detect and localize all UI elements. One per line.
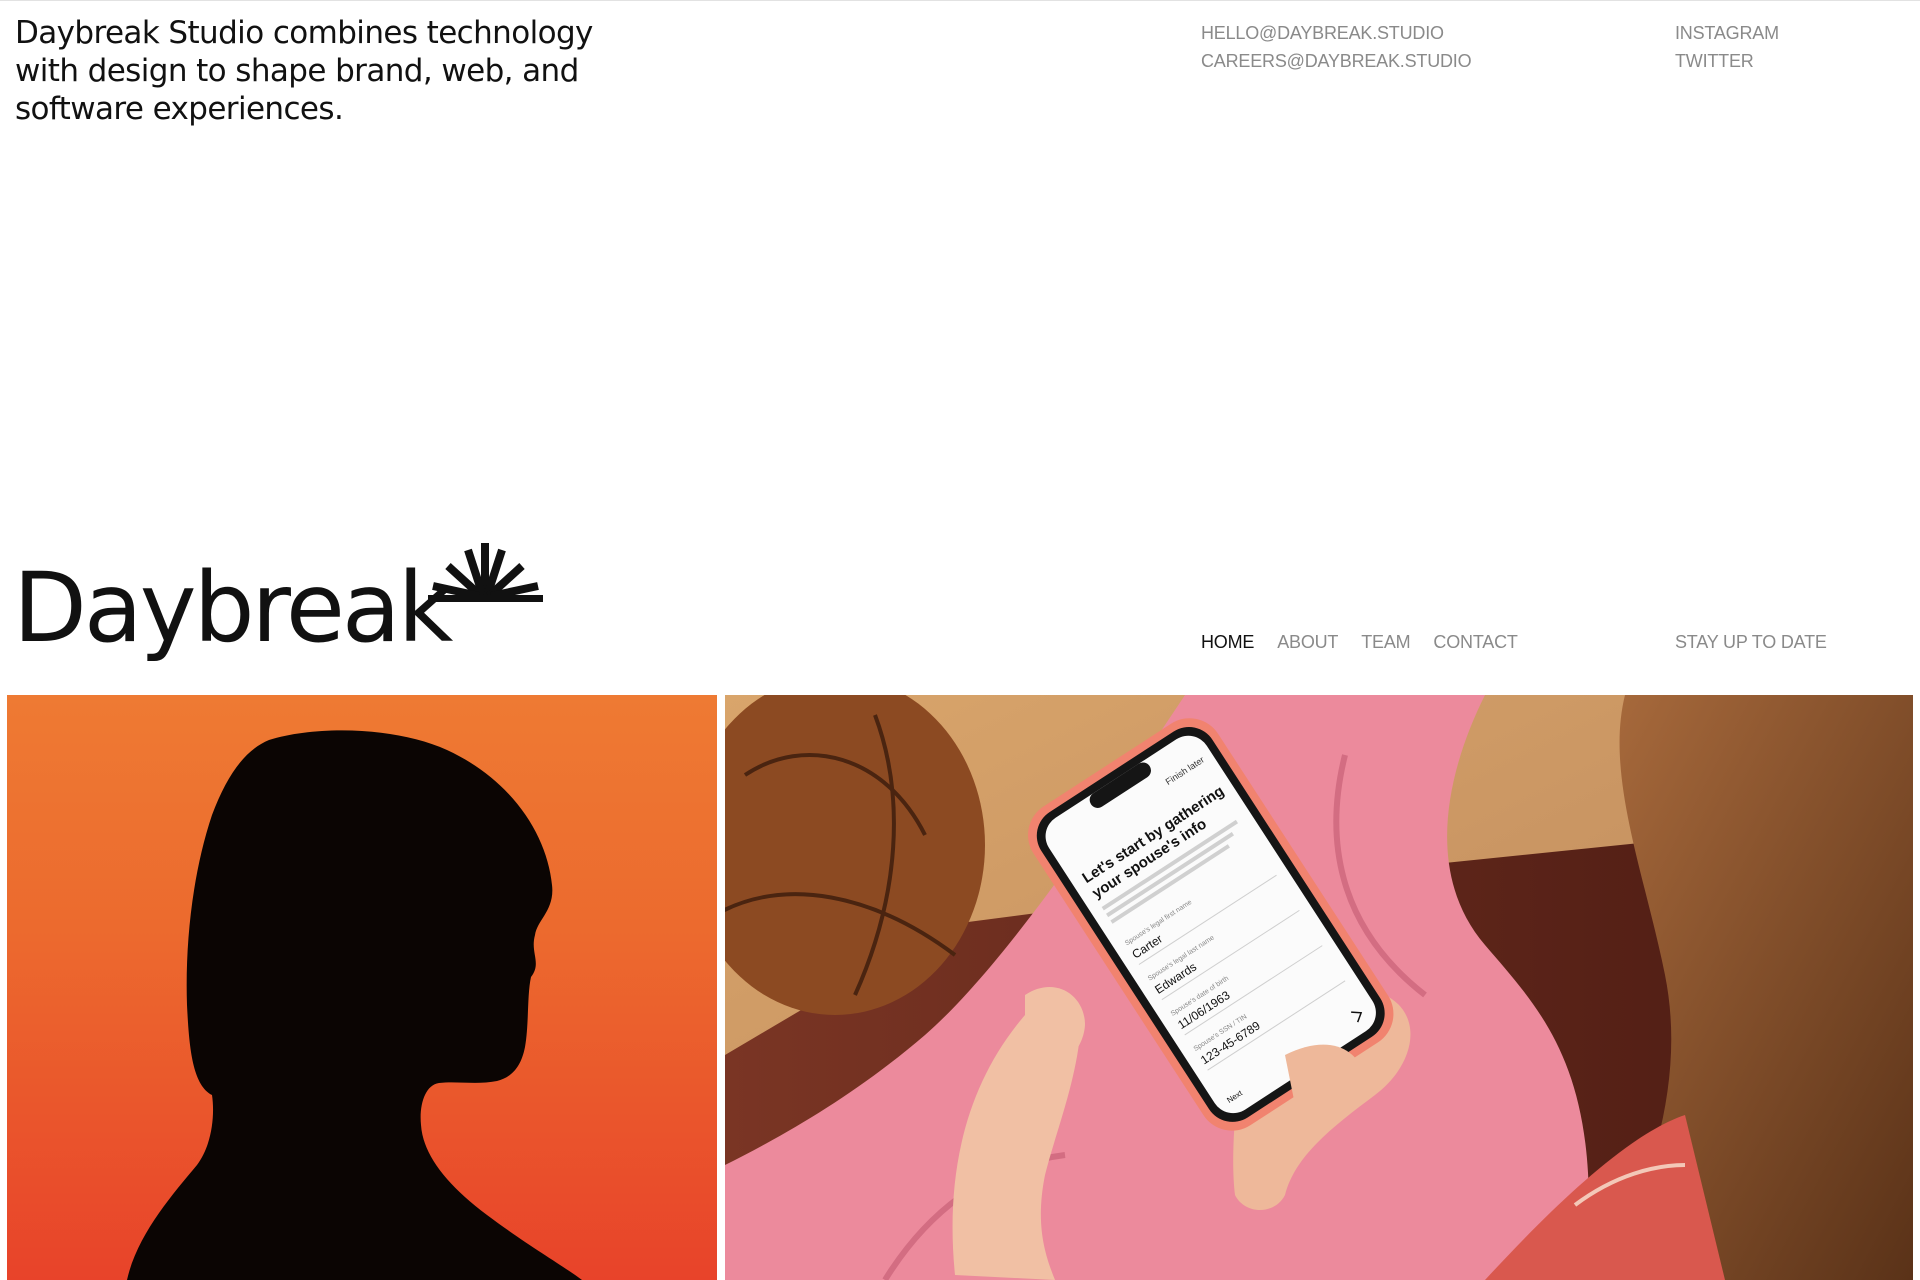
twitter-link[interactable]: TWITTER <box>1675 47 1779 75</box>
project-tile-phone-app[interactable]: Finish later Let's start by gathering yo… <box>725 695 1913 1280</box>
nav-contact[interactable]: CONTACT <box>1433 628 1517 656</box>
email-links: HELLO@DAYBREAK.STUDIO CAREERS@DAYBREAK.S… <box>1201 19 1472 75</box>
nav-about[interactable]: ABOUT <box>1277 628 1338 656</box>
stay-up-to-date-link[interactable]: STAY UP TO DATE <box>1675 628 1827 656</box>
top-divider <box>0 0 1920 1</box>
nav-team[interactable]: TEAM <box>1361 628 1410 656</box>
silhouette-image <box>127 730 582 1280</box>
sunburst-icon <box>428 543 543 602</box>
wordmark: Daybreak <box>13 552 453 664</box>
studio-tagline: Daybreak Studio combines technology with… <box>15 14 635 128</box>
phone-app-photo: Finish later Let's start by gathering yo… <box>725 695 1913 1280</box>
daybreak-logo[interactable]: Daybreak <box>13 538 543 668</box>
project-gallery: Finish later Let's start by gathering yo… <box>7 695 1913 1280</box>
instagram-link[interactable]: INSTAGRAM <box>1675 19 1779 47</box>
tagline-line: Daybreak Studio combines technology <box>15 15 593 51</box>
nav-home[interactable]: HOME <box>1201 628 1254 656</box>
tagline-line: with design to shape brand, web, and <box>15 53 579 89</box>
social-links: INSTAGRAM TWITTER <box>1675 19 1779 75</box>
tagline-line: software experiences. <box>15 91 344 127</box>
careers-email-link[interactable]: CAREERS@DAYBREAK.STUDIO <box>1201 47 1472 75</box>
project-tile-silhouette[interactable] <box>7 695 717 1280</box>
hello-email-link[interactable]: HELLO@DAYBREAK.STUDIO <box>1201 19 1471 47</box>
main-nav: HOME ABOUT TEAM CONTACT <box>1201 628 1518 656</box>
